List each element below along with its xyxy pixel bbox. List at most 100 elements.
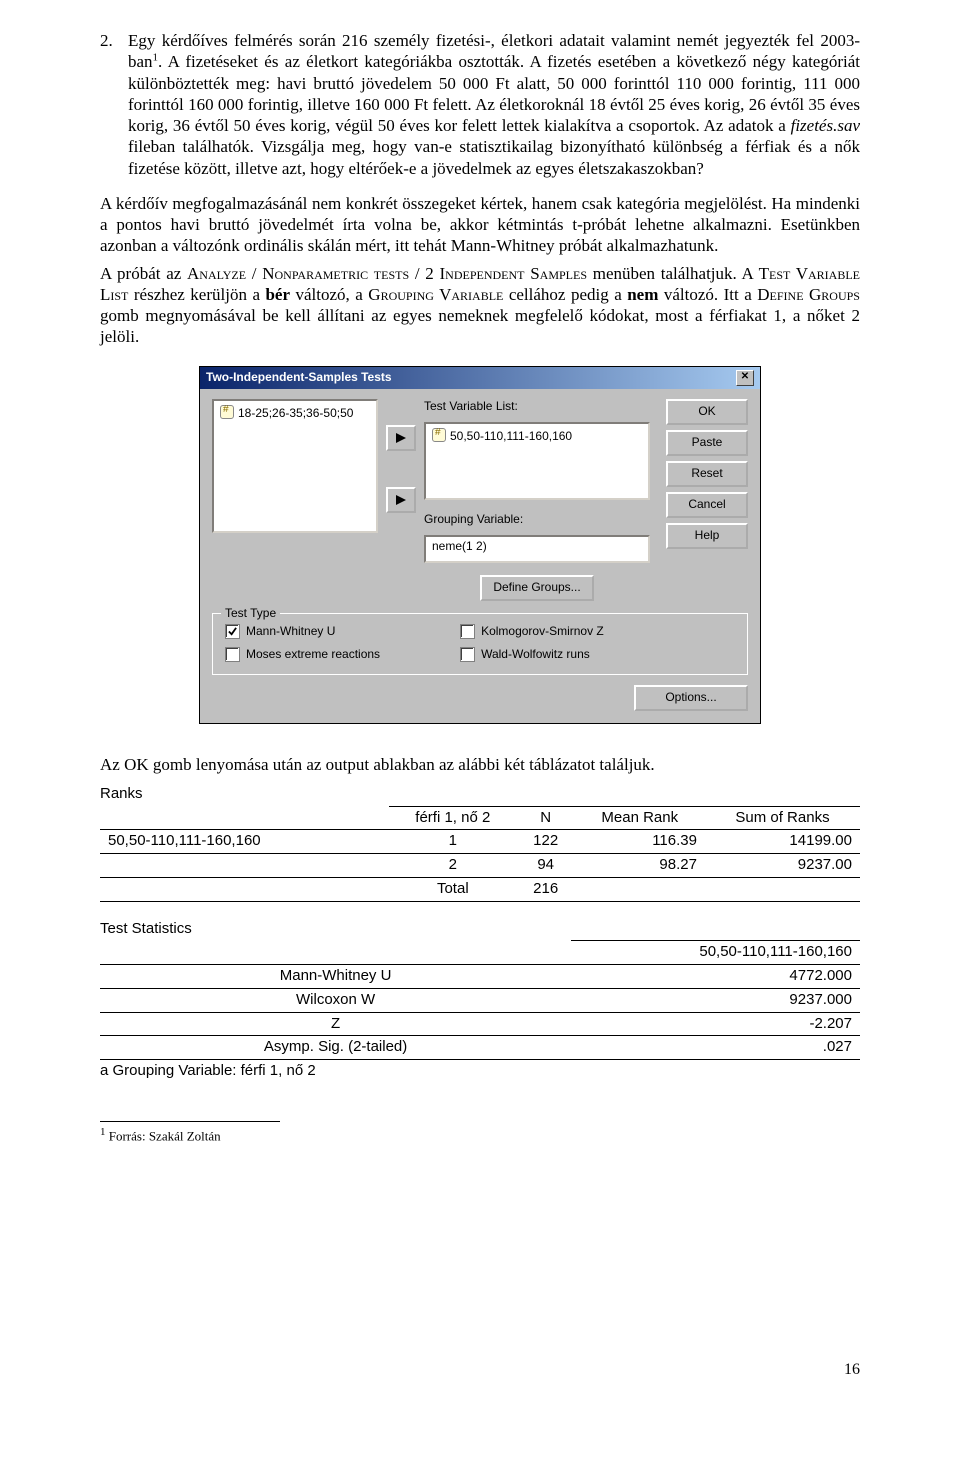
stats-value: 4772.000	[571, 965, 860, 989]
checkbox-icon	[460, 647, 475, 662]
tvl-label: Test Variable List:	[424, 399, 650, 414]
stats-row: Mann-Whitney U4772.000	[100, 965, 860, 989]
stats-label: Asymp. Sig. (2-tailed)	[100, 1036, 571, 1060]
ranks-cell: 116.39	[575, 830, 705, 854]
checkbox-icon	[225, 647, 240, 662]
options-button[interactable]: Options...	[634, 685, 748, 711]
ranks-cell: Total	[389, 877, 517, 901]
var-ber: bér	[265, 285, 290, 304]
ranks-row: Total 216	[100, 877, 860, 901]
stats-label: Z	[100, 1012, 571, 1036]
p3-f: változó. Itt a	[658, 285, 757, 304]
stats-table: 50,50-110,111-160,160 Mann-Whitney U4772…	[100, 940, 860, 1060]
ranks-cell	[705, 877, 860, 901]
ranks-cell: 122	[517, 830, 575, 854]
ks-label: Kolmogorov-Smirnov Z	[481, 624, 604, 639]
dialog-titlebar[interactable]: Two-Independent-Samples Tests ✕	[200, 367, 760, 389]
item-text-c: fileban találhatók. Vizsgálja meg, hogy …	[128, 137, 860, 177]
test-variable-listbox[interactable]: 50,50-110,111-160,160	[424, 422, 650, 500]
p3-a: A próbát az	[100, 264, 187, 283]
mw-label: Mann-Whitney U	[246, 624, 335, 639]
variable-icon	[220, 405, 234, 419]
stats-row: Z-2.207	[100, 1012, 860, 1036]
reset-button[interactable]: Reset	[666, 461, 748, 487]
ranks-table: férfi 1, nő 2 N Mean Rank Sum of Ranks 5…	[100, 806, 860, 902]
arrow-column	[386, 399, 416, 601]
ranks-cell: 9237.00	[705, 854, 860, 878]
ranks-cell: 2	[389, 854, 517, 878]
p3-e: cellához pedig a	[503, 285, 627, 304]
mann-whitney-checkbox[interactable]: Mann-Whitney U	[225, 624, 380, 639]
move-to-grouping-button[interactable]	[386, 487, 416, 513]
paragraph-2: A kérdőív megfogalmazásánál nem konkrét …	[100, 193, 860, 257]
ok-button[interactable]: OK	[666, 399, 748, 425]
ui-label-define: Define Groups	[757, 285, 860, 304]
ww-checkbox[interactable]: Wald-Wolfowitz runs	[460, 647, 604, 662]
stats-label: Mann-Whitney U	[100, 965, 571, 989]
dialog-body: 18-25;26-35;36-50;50 Test Variable List:	[200, 389, 760, 723]
right-stack: Test Variable List: 50,50-110,111-160,16…	[424, 399, 650, 601]
tvl-item[interactable]: 50,50-110,111-160,160	[432, 428, 642, 444]
ranks-h-sum: Sum of Ranks	[705, 806, 860, 830]
footnote-text: Forrás: Szakál Zoltán	[106, 1128, 221, 1143]
close-icon[interactable]: ✕	[736, 370, 754, 386]
page: 2. Egy kérdőíves felmérés során 216 szem…	[50, 0, 910, 1400]
footnote-separator	[100, 1121, 280, 1122]
grp-label: Grouping Variable:	[424, 512, 650, 527]
checkbox-checked-icon	[225, 624, 240, 639]
triangle-right-icon	[395, 433, 407, 443]
item-number: 2.	[100, 30, 128, 179]
ranks-cell: 98.27	[575, 854, 705, 878]
test-type-fieldset: Test Type Mann-Whitney U Mose	[212, 613, 748, 675]
menu-path: Analyze / Nonparametric tests / 2 Indepe…	[187, 264, 587, 283]
ranks-cell: 14199.00	[705, 830, 860, 854]
variable-icon	[432, 428, 446, 442]
numbered-item: 2. Egy kérdőíves felmérés során 216 szem…	[100, 30, 860, 179]
dialog-title: Two-Independent-Samples Tests	[206, 370, 392, 385]
var-nem: nem	[627, 285, 658, 304]
check-col-left: Mann-Whitney U Moses extreme reactions	[225, 624, 380, 662]
ranks-h-n: N	[517, 806, 575, 830]
footnote: 1 Forrás: Szakál Zoltán	[100, 1126, 860, 1145]
source-item-label: 18-25;26-35;36-50;50	[238, 406, 353, 420]
p3-g: gomb megnyomásával be kell állítani az e…	[100, 306, 860, 346]
ranks-cell: 1	[389, 830, 517, 854]
ranks-h-group: férfi 1, nő 2	[389, 806, 517, 830]
check-row: Mann-Whitney U Moses extreme reactions K…	[225, 624, 735, 662]
stats-label: Wilcoxon W	[100, 988, 571, 1012]
paste-button[interactable]: Paste	[666, 430, 748, 456]
item-body: Egy kérdőíves felmérés során 216 személy…	[128, 30, 860, 179]
dialog-wrapper: Two-Independent-Samples Tests ✕ 18-25;26…	[100, 366, 860, 724]
dialog-bottom-row: Options...	[212, 685, 748, 711]
ranks-header-row: férfi 1, nő 2 N Mean Rank Sum of Ranks	[100, 806, 860, 830]
ranks-cell: 216	[517, 877, 575, 901]
paragraph-3: A próbát az Analyze / Nonparametric test…	[100, 263, 860, 348]
define-groups-button[interactable]: Define Groups...	[480, 575, 594, 601]
after-dialog-text: Az OK gomb lenyomása után az output abla…	[100, 754, 860, 775]
ranks-row: 50,50-110,111-160,160 1 122 116.39 14199…	[100, 830, 860, 854]
grouping-field[interactable]: neme(1 2)	[424, 535, 650, 563]
triangle-right-icon	[395, 495, 407, 505]
checkbox-icon	[460, 624, 475, 639]
tvl-item-label: 50,50-110,111-160,160	[450, 429, 572, 443]
stats-value: .027	[571, 1036, 860, 1060]
stats-value: 9237.000	[571, 988, 860, 1012]
page-number: 16	[844, 1360, 860, 1380]
p3-b: menüben találhatjuk. A	[587, 264, 759, 283]
cancel-button[interactable]: Cancel	[666, 492, 748, 518]
spss-dialog: Two-Independent-Samples Tests ✕ 18-25;26…	[199, 366, 761, 724]
ranks-cell	[575, 877, 705, 901]
stats-title: Test Statistics	[100, 920, 860, 939]
check-col-right: Kolmogorov-Smirnov Z Wald-Wolfowitz runs	[460, 624, 604, 662]
help-button[interactable]: Help	[666, 523, 748, 549]
stats-value: -2.207	[571, 1012, 860, 1036]
source-item[interactable]: 18-25;26-35;36-50;50	[220, 405, 370, 421]
stats-row: Asymp. Sig. (2-tailed).027	[100, 1036, 860, 1060]
moses-checkbox[interactable]: Moses extreme reactions	[225, 647, 380, 662]
stats-footnote: a Grouping Variable: férfi 1, nő 2	[100, 1062, 860, 1081]
ranks-cell: 94	[517, 854, 575, 878]
move-to-test-button[interactable]	[386, 425, 416, 451]
source-listbox[interactable]: 18-25;26-35;36-50;50	[212, 399, 378, 533]
ks-checkbox[interactable]: Kolmogorov-Smirnov Z	[460, 624, 604, 639]
test-type-legend: Test Type	[221, 606, 280, 621]
